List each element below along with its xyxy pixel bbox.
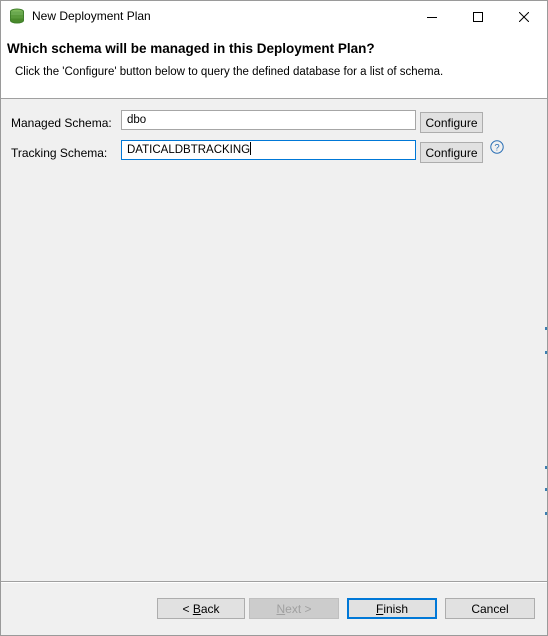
next-label-rest: ext — [285, 601, 302, 616]
wizard-header: Which schema will be managed in this Dep… — [1, 32, 547, 99]
minimize-icon — [427, 16, 437, 18]
title-bar[interactable]: New Deployment Plan — [1, 1, 547, 32]
page-title: Which schema will be managed in this Dep… — [7, 41, 375, 56]
next-button[interactable]: Next > — [249, 598, 339, 619]
managed-schema-label: Managed Schema: — [11, 116, 112, 130]
next-mnemonic: N — [276, 601, 286, 616]
back-mnemonic: B — [192, 601, 201, 616]
page-description: Click the 'Configure' button below to qu… — [15, 66, 444, 78]
close-icon — [519, 11, 529, 22]
configure-tracking-schema-button[interactable]: Configure — [420, 142, 483, 163]
minimize-button[interactable] — [409, 1, 455, 32]
maximize-icon — [473, 11, 483, 22]
next-suffix: > — [301, 601, 312, 616]
window-title: New Deployment Plan — [32, 9, 151, 23]
tracking-schema-input[interactable]: DATICALDBTRACKING — [121, 140, 416, 160]
maximize-button[interactable] — [455, 1, 501, 32]
managed-schema-value: dbo — [127, 114, 147, 126]
text-caret — [250, 142, 252, 155]
back-prefix: < — [182, 601, 193, 616]
footer-divider-highlight — [1, 582, 547, 583]
tracking-schema-value: DATICALDBTRACKING — [127, 144, 251, 156]
back-button[interactable]: < Back — [157, 598, 245, 619]
svg-text:?: ? — [494, 143, 499, 154]
tracking-schema-label: Tracking Schema: — [11, 146, 108, 160]
close-button[interactable] — [501, 1, 547, 32]
back-label-rest: ack — [200, 601, 220, 616]
finish-button[interactable]: Finish — [347, 598, 437, 619]
cancel-button[interactable]: Cancel — [445, 598, 535, 619]
wizard-dialog: New Deployment Plan Which schema will be… — [0, 0, 548, 636]
finish-label-rest: inish — [383, 601, 409, 616]
question-mark-icon[interactable]: ? — [490, 140, 504, 154]
managed-schema-input[interactable]: dbo — [121, 110, 416, 130]
finish-mnemonic: F — [375, 601, 384, 616]
database-icon — [10, 8, 24, 24]
configure-managed-schema-button[interactable]: Configure — [420, 112, 483, 133]
